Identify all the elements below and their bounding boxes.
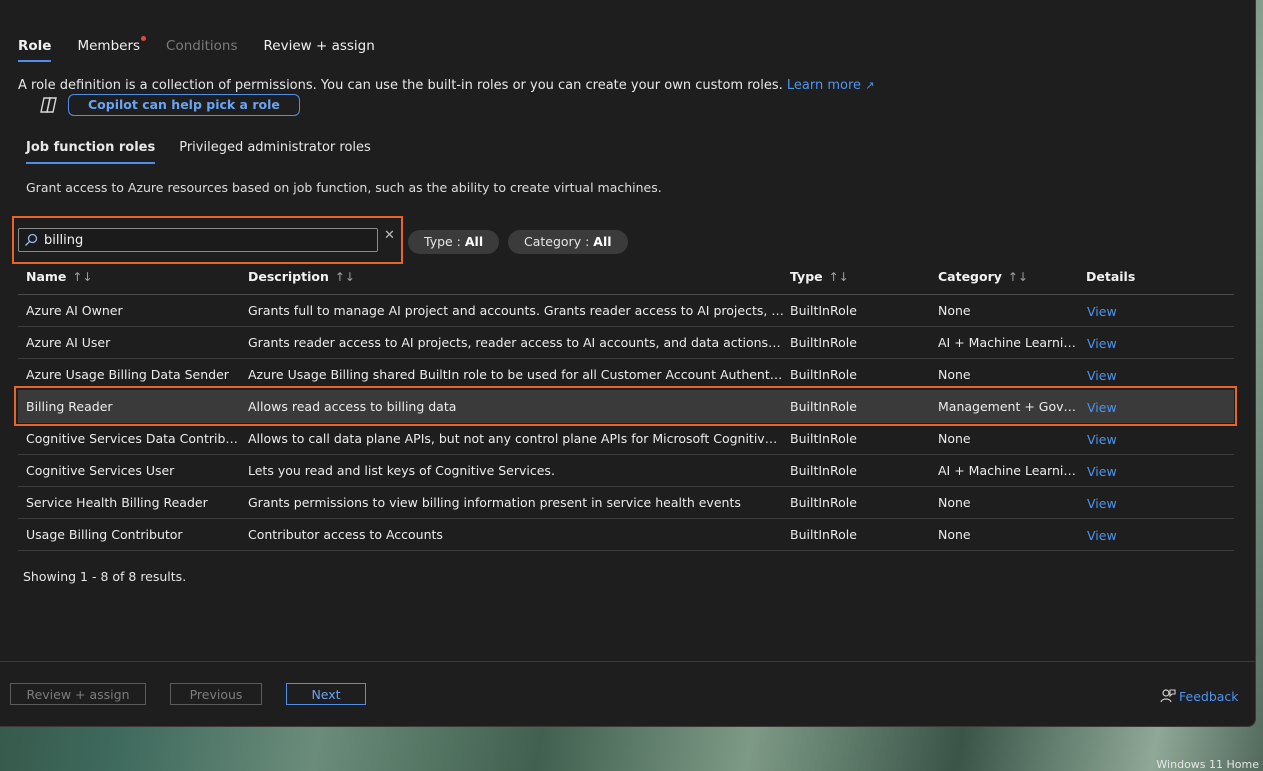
role-description: Grants reader access to AI projects, rea… bbox=[248, 335, 784, 350]
table-row[interactable]: Azure AI Owner Grants full to manage AI … bbox=[18, 295, 1234, 327]
copilot-icon bbox=[40, 97, 57, 113]
feedback-icon bbox=[1160, 689, 1176, 703]
os-watermark: Windows 11 Home bbox=[1156, 758, 1259, 771]
view-link[interactable]: View bbox=[1087, 368, 1117, 383]
feedback-label: Feedback bbox=[1179, 688, 1239, 704]
role-category: AI + Machine Learning bbox=[938, 335, 1078, 350]
role-type: BuiltInRole bbox=[790, 367, 857, 382]
column-header-description[interactable]: Description ↑↓ bbox=[248, 269, 355, 284]
table-row[interactable]: Azure AI User Grants reader access to AI… bbox=[18, 327, 1234, 359]
tab-conditions: Conditions bbox=[166, 38, 238, 54]
view-link[interactable]: View bbox=[1087, 496, 1117, 511]
role-category: None bbox=[938, 367, 971, 382]
intro-text: A role definition is a collection of per… bbox=[18, 78, 874, 93]
wizard-tabs: Role Members Conditions Review + assign bbox=[18, 36, 401, 62]
table-header: Name ↑↓ Description ↑↓ Type ↑↓ Category ↑↓ D… bbox=[18, 262, 1234, 295]
selected-row-highlight bbox=[14, 386, 1237, 426]
table-row[interactable]: Service Health Billing Reader Grants per… bbox=[18, 487, 1234, 519]
table-row[interactable]: Cognitive Services Data Contributor... A… bbox=[18, 423, 1234, 455]
search-value: billing bbox=[44, 232, 84, 248]
role-name: Service Health Billing Reader bbox=[26, 495, 208, 510]
search-icon bbox=[25, 233, 38, 246]
column-header-description-label: Description bbox=[248, 269, 329, 284]
role-type: BuiltInRole bbox=[790, 335, 857, 350]
column-header-details: Details bbox=[1086, 269, 1136, 284]
view-link[interactable]: View bbox=[1087, 528, 1117, 543]
role-description: Grants full to manage AI project and acc… bbox=[248, 303, 784, 318]
role-name: Usage Billing Contributor bbox=[26, 527, 183, 542]
required-indicator bbox=[141, 36, 147, 41]
role-name: Azure AI User bbox=[26, 335, 111, 350]
role-category: None bbox=[938, 527, 971, 542]
sort-icon: ↑↓ bbox=[334, 270, 355, 284]
external-link-icon: ↗ bbox=[865, 79, 875, 92]
role-name: Azure AI Owner bbox=[26, 303, 123, 318]
column-header-category[interactable]: Category ↑↓ bbox=[938, 269, 1028, 284]
column-header-category-label: Category bbox=[938, 269, 1002, 284]
role-category: AI + Machine Learning bbox=[938, 463, 1078, 478]
role-description: Grants permissions to view billing infor… bbox=[248, 495, 741, 510]
search-input[interactable]: billing bbox=[18, 228, 378, 252]
footer-divider bbox=[0, 661, 1255, 662]
role-type: BuiltInRole bbox=[790, 303, 857, 318]
clear-search-icon[interactable]: ✕ bbox=[384, 228, 395, 243]
category-filter[interactable]: Category : All bbox=[508, 230, 628, 254]
learn-more-link[interactable]: Learn more bbox=[787, 78, 861, 93]
view-link[interactable]: View bbox=[1087, 304, 1117, 319]
role-description: Azure Usage Billing shared BuiltIn role … bbox=[248, 367, 784, 382]
role-description: Lets you read and list keys of Cognitive… bbox=[248, 463, 555, 478]
role-name: Azure Usage Billing Data Sender bbox=[26, 367, 229, 382]
view-link[interactable]: View bbox=[1087, 432, 1117, 447]
role-type: BuiltInRole bbox=[790, 527, 857, 542]
column-header-type[interactable]: Type ↑↓ bbox=[790, 269, 849, 284]
table-row[interactable]: Usage Billing Contributor Contributor ac… bbox=[18, 519, 1234, 551]
next-button[interactable]: Next bbox=[286, 683, 366, 705]
tab-job-function-roles[interactable]: Job function roles bbox=[26, 140, 156, 164]
tab-review-assign[interactable]: Review + assign bbox=[264, 38, 375, 62]
category-filter-label: Category : bbox=[524, 234, 594, 249]
role-category: None bbox=[938, 303, 971, 318]
feedback-link[interactable]: Feedback bbox=[1160, 688, 1239, 704]
view-link[interactable]: View bbox=[1087, 464, 1117, 479]
table-row[interactable]: Cognitive Services User Lets you read an… bbox=[18, 455, 1234, 487]
column-header-name-label: Name bbox=[26, 269, 67, 284]
tab-privileged-admin-roles[interactable]: Privileged administrator roles bbox=[179, 140, 371, 164]
intro-description: A role definition is a collection of per… bbox=[18, 78, 783, 93]
copilot-help-button[interactable]: Copilot can help pick a role bbox=[68, 94, 300, 116]
review-assign-button: Review + assign bbox=[10, 683, 146, 705]
role-type: BuiltInRole bbox=[790, 431, 857, 446]
sort-icon: ↑↓ bbox=[1007, 270, 1029, 284]
view-link[interactable]: View bbox=[1087, 336, 1117, 351]
copilot-row: Copilot can help pick a role bbox=[38, 94, 300, 116]
results-count: Showing 1 - 8 of 8 results. bbox=[23, 569, 187, 584]
role-name: Cognitive Services Data Contributor... bbox=[26, 431, 242, 446]
tab-members-label: Members bbox=[77, 38, 141, 54]
role-description: Contributor access to Accounts bbox=[248, 527, 443, 542]
role-type-tabs: Job function roles Privileged administra… bbox=[26, 140, 395, 164]
role-category: None bbox=[938, 431, 971, 446]
role-name: Cognitive Services User bbox=[26, 463, 175, 478]
category-filter-value: All bbox=[593, 234, 612, 249]
role-description: Allows to call data plane APIs, but not … bbox=[248, 431, 784, 446]
type-filter-value: All bbox=[464, 234, 484, 249]
type-filter-label: Type : bbox=[424, 234, 465, 249]
role-category: None bbox=[938, 495, 971, 510]
sort-icon: ↑↓ bbox=[72, 270, 93, 284]
sort-icon: ↑↓ bbox=[828, 270, 849, 284]
type-filter[interactable]: Type : All bbox=[408, 230, 500, 254]
tab-role[interactable]: Role bbox=[18, 38, 52, 62]
role-type: BuiltInRole bbox=[790, 463, 857, 478]
tab-members[interactable]: Members bbox=[77, 36, 147, 62]
role-type: BuiltInRole bbox=[790, 495, 857, 510]
subtab-description: Grant access to Azure resources based on… bbox=[26, 180, 662, 195]
previous-button: Previous bbox=[170, 683, 262, 705]
role-assignment-panel: Role Members Conditions Review + assign … bbox=[0, 0, 1256, 727]
column-header-type-label: Type bbox=[790, 269, 823, 284]
column-header-name[interactable]: Name ↑↓ bbox=[26, 269, 93, 284]
